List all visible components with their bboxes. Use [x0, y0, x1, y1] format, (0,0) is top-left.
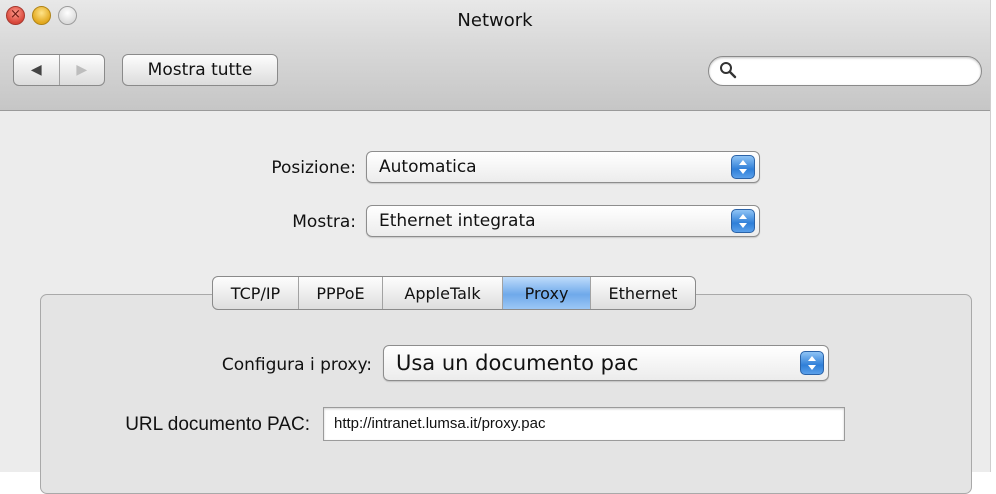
- forward-button[interactable]: ▶: [60, 55, 105, 85]
- configure-proxies-popup[interactable]: Usa un documento pac: [383, 345, 829, 381]
- toolbar: × Network ◀ ▶ Mostra tutte: [0, 0, 990, 111]
- location-value: Automatica: [379, 157, 477, 177]
- forward-arrow-icon: ▶: [76, 62, 88, 78]
- tab-appletalk[interactable]: AppleTalk: [383, 277, 503, 309]
- search-icon: [720, 62, 737, 79]
- show-popup[interactable]: Ethernet integrata: [366, 205, 760, 237]
- tab-content-panel: [40, 294, 972, 494]
- updown-arrows-icon: [731, 209, 755, 233]
- updown-arrows-icon: [800, 351, 824, 375]
- show-label: Mostra:: [292, 212, 356, 232]
- tab-tcpip[interactable]: TCP/IP: [213, 277, 299, 309]
- back-button[interactable]: ◀: [14, 55, 60, 85]
- window-title: Network: [457, 10, 533, 31]
- search-input[interactable]: [741, 60, 971, 84]
- network-preferences-window: × Network ◀ ▶ Mostra tutte Posizione: Au…: [0, 0, 991, 494]
- search-field[interactable]: [708, 56, 982, 86]
- configure-proxies-value: Usa un documento pac: [396, 351, 639, 375]
- location-label: Posizione:: [271, 158, 356, 178]
- show-value: Ethernet integrata: [379, 211, 536, 231]
- back-forward-control: ◀ ▶: [13, 54, 105, 86]
- tab-pppoe[interactable]: PPPoE: [299, 277, 383, 309]
- pac-url-label: URL documento PAC:: [125, 414, 310, 435]
- updown-arrows-icon: [731, 155, 755, 179]
- configure-proxies-label: Configura i proxy:: [221, 355, 372, 375]
- tab-ethernet[interactable]: Ethernet: [591, 277, 695, 309]
- tab-proxy[interactable]: Proxy: [503, 277, 591, 309]
- tab-bar: TCP/IP PPPoE AppleTalk Proxy Ethernet: [212, 276, 696, 310]
- back-arrow-icon: ◀: [30, 62, 42, 78]
- pac-url-field[interactable]: http://intranet.lumsa.it/proxy.pac: [323, 407, 845, 441]
- show-all-button[interactable]: Mostra tutte: [122, 54, 278, 86]
- location-popup[interactable]: Automatica: [366, 151, 760, 183]
